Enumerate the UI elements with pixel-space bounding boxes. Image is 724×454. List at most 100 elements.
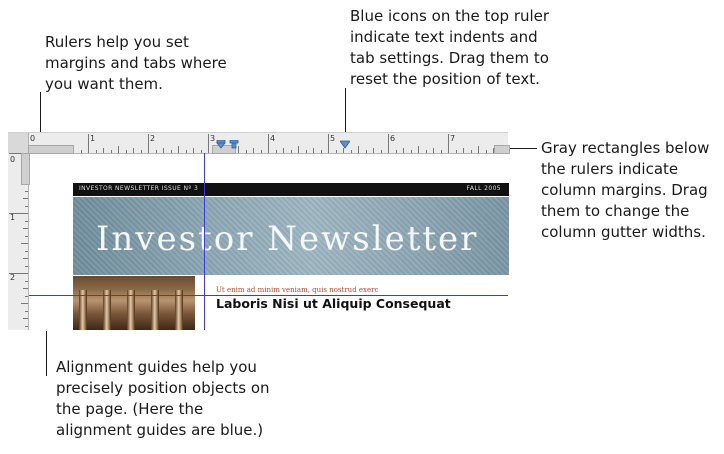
left-ruler-number-2: 2 — [10, 273, 16, 282]
ruler-tick — [485, 150, 487, 153]
ruler-tick — [23, 228, 28, 229]
callout-rulers-line-2: margins and tabs where — [45, 54, 227, 72]
ruler-tick — [358, 146, 359, 153]
ruler-tick — [23, 198, 28, 199]
ruler-tick — [185, 150, 187, 153]
ruler-tick — [395, 150, 397, 153]
callout-blue-icons-line-1: Blue icons on the top ruler — [350, 7, 550, 25]
ruler-tick — [335, 150, 337, 153]
building-photo[interactable] — [73, 276, 195, 330]
ruler-tick — [470, 150, 472, 153]
callout-gray-rects-line-5: column gutter widths. — [541, 223, 706, 241]
ruler-tick — [283, 148, 284, 153]
newsletter-banner[interactable]: Investor Newsletter — [73, 197, 509, 275]
newsletter-latin-text[interactable]: Ut enim ad minim veniam, quis nostrud ex… — [216, 286, 378, 294]
ruler-tick — [260, 150, 262, 153]
ruler-tick — [155, 150, 157, 153]
ruler-tick — [305, 150, 307, 153]
blue-indent-marker-icon[interactable] — [340, 140, 350, 149]
rulers-leader-line — [40, 92, 41, 132]
callout-blue-icons: Blue icons on the top ruler indicate tex… — [350, 6, 549, 90]
callout-blue-icons-line-3: tab settings. Drag them to — [350, 49, 549, 67]
callout-rulers-line-1: Rulers help you set — [45, 33, 189, 51]
callout-guides-line-2: precisely position objects on — [56, 379, 270, 397]
ruler-tick — [425, 150, 427, 153]
ruler-tick — [170, 150, 172, 153]
callout-blue-icons-line-2: indicate text indents and — [350, 28, 538, 46]
ruler-tick — [253, 148, 254, 153]
photo-column — [151, 290, 159, 330]
callout-rulers: Rulers help you set margins and tabs whe… — [45, 32, 227, 95]
ruler-tick — [9, 213, 28, 214]
ruler-tick — [148, 134, 149, 153]
ruler-tick — [23, 288, 28, 289]
alignment-guide-horizontal — [29, 295, 508, 296]
ruler-tick — [403, 148, 404, 153]
ruler-tick — [25, 235, 28, 237]
callout-guides-line-1: Alignment guides help you — [56, 358, 257, 376]
ruler-number-1: 1 — [90, 134, 96, 143]
callout-gray-rects-line-3: column margins. Drag — [541, 181, 708, 199]
ruler-tick — [103, 148, 104, 153]
ruler-number-7: 7 — [450, 134, 456, 143]
ruler-tick — [350, 150, 352, 153]
callout-blue-icons-line-4: reset the position of text. — [350, 70, 540, 88]
ruler-tick — [21, 243, 28, 244]
ruler-tick — [275, 150, 277, 153]
newsletter-date-label: FALL 2005 — [466, 185, 501, 192]
photo-column — [175, 290, 183, 330]
blue-tab-marker-icon[interactable] — [229, 140, 239, 149]
ruler-tick — [125, 150, 127, 153]
ruler-tick — [290, 150, 292, 153]
column-margin-rect-left[interactable] — [28, 145, 74, 154]
ruler-tick — [380, 150, 382, 153]
ruler-tick — [25, 295, 28, 297]
ruler-tick — [21, 303, 28, 304]
ruler-tick — [25, 220, 28, 222]
top-ruler[interactable]: 0 1 2 3 4 5 6 7 — [8, 132, 508, 154]
ruler-tick — [478, 146, 479, 153]
ruler-tick — [9, 273, 28, 274]
ruler-tick — [328, 134, 329, 153]
ruler-number-4: 4 — [270, 134, 276, 143]
ruler-tick — [110, 150, 112, 153]
ruler-number-5: 5 — [330, 134, 336, 143]
ruler-tick — [418, 146, 419, 153]
callout-gray-rects-line-2: the rulers indicate — [541, 160, 679, 178]
callout-gray-rects: Gray rectangles below the rulers indicat… — [541, 138, 709, 243]
newsletter-issue-bar[interactable]: INVESTOR NEWSLETTER ISSUE Nº 3 FALL 2005 — [73, 183, 509, 196]
ruler-tick — [440, 150, 442, 153]
ruler-tick — [118, 146, 119, 153]
ruler-tick — [25, 265, 28, 267]
ruler-tick — [373, 148, 374, 153]
ruler-tick — [23, 258, 28, 259]
ruler-number-3: 3 — [210, 134, 216, 143]
ruler-tick — [298, 146, 299, 153]
photo-column — [79, 290, 87, 330]
newsletter-headline[interactable]: Laboris Nisi ut Aliquip Consequat — [216, 296, 451, 311]
alignment-guide-vertical — [204, 153, 205, 330]
photo-column — [103, 290, 111, 330]
ruler-tick — [410, 150, 412, 153]
ruler-tick — [245, 150, 247, 153]
ruler-number-6: 6 — [390, 134, 396, 143]
ruler-tick — [463, 148, 464, 153]
ruler-tick — [163, 148, 164, 153]
row-margin-rect-top[interactable] — [21, 153, 30, 185]
ruler-corner — [8, 132, 29, 154]
ruler-tick — [25, 205, 28, 207]
callout-guides-line-4: alignment guides are blue.) — [56, 421, 264, 439]
callout-guides-line-3: the page. (Here the — [56, 400, 204, 418]
ruler-tick — [433, 148, 434, 153]
ruler-tick — [320, 150, 322, 153]
ruler-tick — [268, 134, 269, 153]
ruler-tick — [25, 280, 28, 282]
ruler-tick — [25, 190, 28, 192]
ruler-tick — [313, 148, 314, 153]
ruler-tick — [365, 150, 367, 153]
blue-tab-marker-icon[interactable] — [216, 140, 226, 149]
ruler-tick — [23, 318, 28, 319]
column-margin-rect-right[interactable] — [494, 145, 510, 154]
ruler-tick — [95, 150, 97, 153]
ruler-tick — [455, 150, 457, 153]
